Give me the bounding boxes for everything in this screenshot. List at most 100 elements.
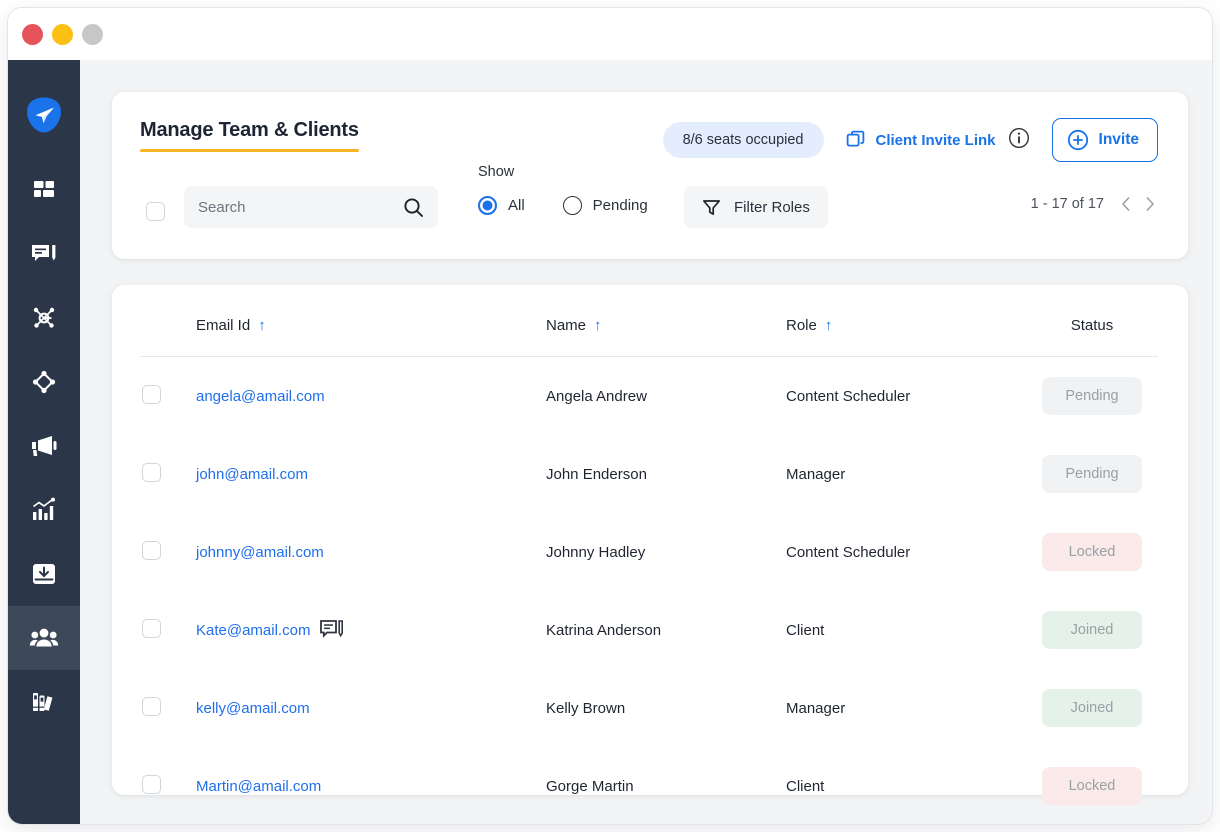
row-checkbox[interactable] xyxy=(142,462,161,482)
row-status-cell: Joined xyxy=(1026,669,1158,747)
sidebar-item-integrations[interactable] xyxy=(8,350,80,414)
sidebar-item-library[interactable] xyxy=(8,670,80,734)
row-status-cell: Locked xyxy=(1026,747,1158,824)
maximize-window-button[interactable] xyxy=(82,23,103,45)
row-role-cell: Content Scheduler xyxy=(786,387,911,405)
show-filter-radios: All Pending xyxy=(478,196,648,215)
row-checkbox-cell[interactable] xyxy=(140,513,196,591)
radio-all[interactable]: All xyxy=(478,196,525,215)
sort-asc-icon-role[interactable]: ↑ xyxy=(825,318,833,333)
minimize-window-button[interactable] xyxy=(52,23,73,45)
header-card: Manage Team & Clients 8/6 seats occupied… xyxy=(112,92,1188,259)
pagination: 1 - 17 of 17 xyxy=(1031,195,1158,213)
page-title-wrap: Manage Team & Clients xyxy=(140,120,359,152)
app-logo[interactable] xyxy=(25,96,63,134)
row-checkbox[interactable] xyxy=(142,540,161,560)
row-status-cell: Joined xyxy=(1026,591,1158,669)
row-email-link[interactable]: john@amail.com xyxy=(196,466,308,483)
chat-edit-icon[interactable] xyxy=(320,620,344,640)
row-name-cell: Kelly Brown xyxy=(546,699,626,717)
search-box[interactable] xyxy=(184,186,438,228)
row-email-link[interactable]: kelly@amail.com xyxy=(196,700,310,717)
chevron-right-icon[interactable] xyxy=(1142,195,1158,213)
radio-pending[interactable]: Pending xyxy=(562,196,648,215)
status-badge: Joined xyxy=(1042,689,1142,727)
row-checkbox-cell[interactable] xyxy=(140,747,196,824)
status-badge: Joined xyxy=(1042,611,1142,649)
row-email-link[interactable]: Kate@amail.com xyxy=(196,622,310,639)
title-underline xyxy=(140,149,359,152)
library-books-icon xyxy=(33,693,53,711)
copy-icon xyxy=(846,130,864,146)
table-row[interactable]: Kate@amail.com Katrina Anderson Client Join… xyxy=(140,591,1158,669)
row-checkbox-cell[interactable] xyxy=(140,669,196,747)
row-name-cell: John Enderson xyxy=(546,465,647,483)
filter-roles-button[interactable]: Filter Roles xyxy=(684,186,828,228)
row-name-cell: Gorge Martin xyxy=(546,777,634,795)
th-role[interactable]: Role ↑ xyxy=(786,285,1026,357)
chevron-left-icon[interactable] xyxy=(1118,195,1134,213)
radio-pending-mark[interactable] xyxy=(562,196,582,215)
sidebar-item-team[interactable] xyxy=(8,606,80,670)
sidebar-item-dashboard[interactable] xyxy=(8,158,80,222)
table-row[interactable]: Martin@amail.com Gorge Martin Client Locked xyxy=(140,747,1158,824)
radio-all-mark[interactable] xyxy=(478,196,497,215)
dashboard-grid-icon xyxy=(34,181,54,197)
close-window-button[interactable] xyxy=(22,23,43,45)
client-invite-link[interactable]: Client Invite Link xyxy=(846,130,996,151)
search-input[interactable] xyxy=(198,198,403,216)
row-role-cell: Client xyxy=(786,621,825,639)
page-title: Manage Team & Clients xyxy=(140,119,359,141)
table-row[interactable]: john@amail.com John Enderson Manager Pendin… xyxy=(140,435,1158,513)
row-email-link[interactable]: angela@amail.com xyxy=(196,388,325,405)
row-email-cell: john@amail.com xyxy=(196,435,546,513)
th-name[interactable]: Name ↑ xyxy=(546,285,786,357)
window-titlebar xyxy=(8,8,1212,60)
analytics-chart-icon xyxy=(33,497,55,520)
invite-button[interactable]: Invite xyxy=(1051,118,1158,162)
row-email-cell: kelly@amail.com xyxy=(196,669,546,747)
select-all-checkbox-wrap[interactable] xyxy=(146,202,165,226)
info-circle-icon-wrap[interactable] xyxy=(1008,127,1030,154)
table-row[interactable]: kelly@amail.com Kelly Brown Manager Joined xyxy=(140,669,1158,747)
row-role-cell: Content Scheduler xyxy=(786,543,911,561)
sidebar-item-network[interactable] xyxy=(8,286,80,350)
row-checkbox-cell[interactable] xyxy=(140,591,196,669)
team-people-icon xyxy=(29,628,59,647)
select-all-checkbox[interactable] xyxy=(146,202,165,221)
client-invite-link-label: Client Invite Link xyxy=(875,131,996,149)
sidebar xyxy=(8,60,80,824)
row-checkbox[interactable] xyxy=(142,384,161,404)
status-badge: Pending xyxy=(1042,455,1142,493)
row-checkbox-cell[interactable] xyxy=(140,357,196,436)
filter-roles-label: Filter Roles xyxy=(734,198,810,216)
network-nodes-icon xyxy=(33,307,55,328)
search-icon[interactable] xyxy=(403,197,424,218)
table-row[interactable]: johnny@amail.com Johnny Hadley Content Sch… xyxy=(140,513,1158,591)
th-email[interactable]: Email Id ↑ xyxy=(196,285,546,357)
th-email-label: Email Id xyxy=(196,317,251,334)
sort-asc-icon-email[interactable]: ↑ xyxy=(258,318,266,333)
invite-button-label: Invite xyxy=(1098,131,1139,148)
app-window: Manage Team & Clients 8/6 seats occupied… xyxy=(8,8,1212,824)
row-email-cell: Martin@amail.com xyxy=(196,747,546,824)
row-email-link[interactable]: johnny@amail.com xyxy=(196,544,324,561)
sidebar-item-compose[interactable] xyxy=(8,222,80,286)
show-filter-label: Show xyxy=(478,164,515,180)
row-email-link[interactable]: Martin@amail.com xyxy=(196,778,321,795)
sidebar-item-analytics[interactable] xyxy=(8,478,80,542)
row-checkbox[interactable] xyxy=(142,696,161,716)
plus-circle-icon xyxy=(1067,129,1088,151)
row-checkbox-cell[interactable] xyxy=(140,435,196,513)
row-checkbox[interactable] xyxy=(142,774,161,794)
row-checkbox[interactable] xyxy=(142,618,161,638)
pagination-range: 1 - 17 of 17 xyxy=(1030,196,1104,212)
sidebar-item-campaigns[interactable] xyxy=(8,414,80,478)
sort-asc-icon-name[interactable]: ↑ xyxy=(594,318,602,333)
diamond-nodes-icon xyxy=(32,370,56,394)
table-row[interactable]: angela@amail.com Angela Andrew Content Sch… xyxy=(140,357,1158,436)
megaphone-icon xyxy=(32,436,57,456)
sidebar-item-downloads[interactable] xyxy=(8,542,80,606)
seats-occupied-badge: 8/6 seats occupied xyxy=(662,122,824,158)
row-status-cell: Pending xyxy=(1026,357,1158,436)
